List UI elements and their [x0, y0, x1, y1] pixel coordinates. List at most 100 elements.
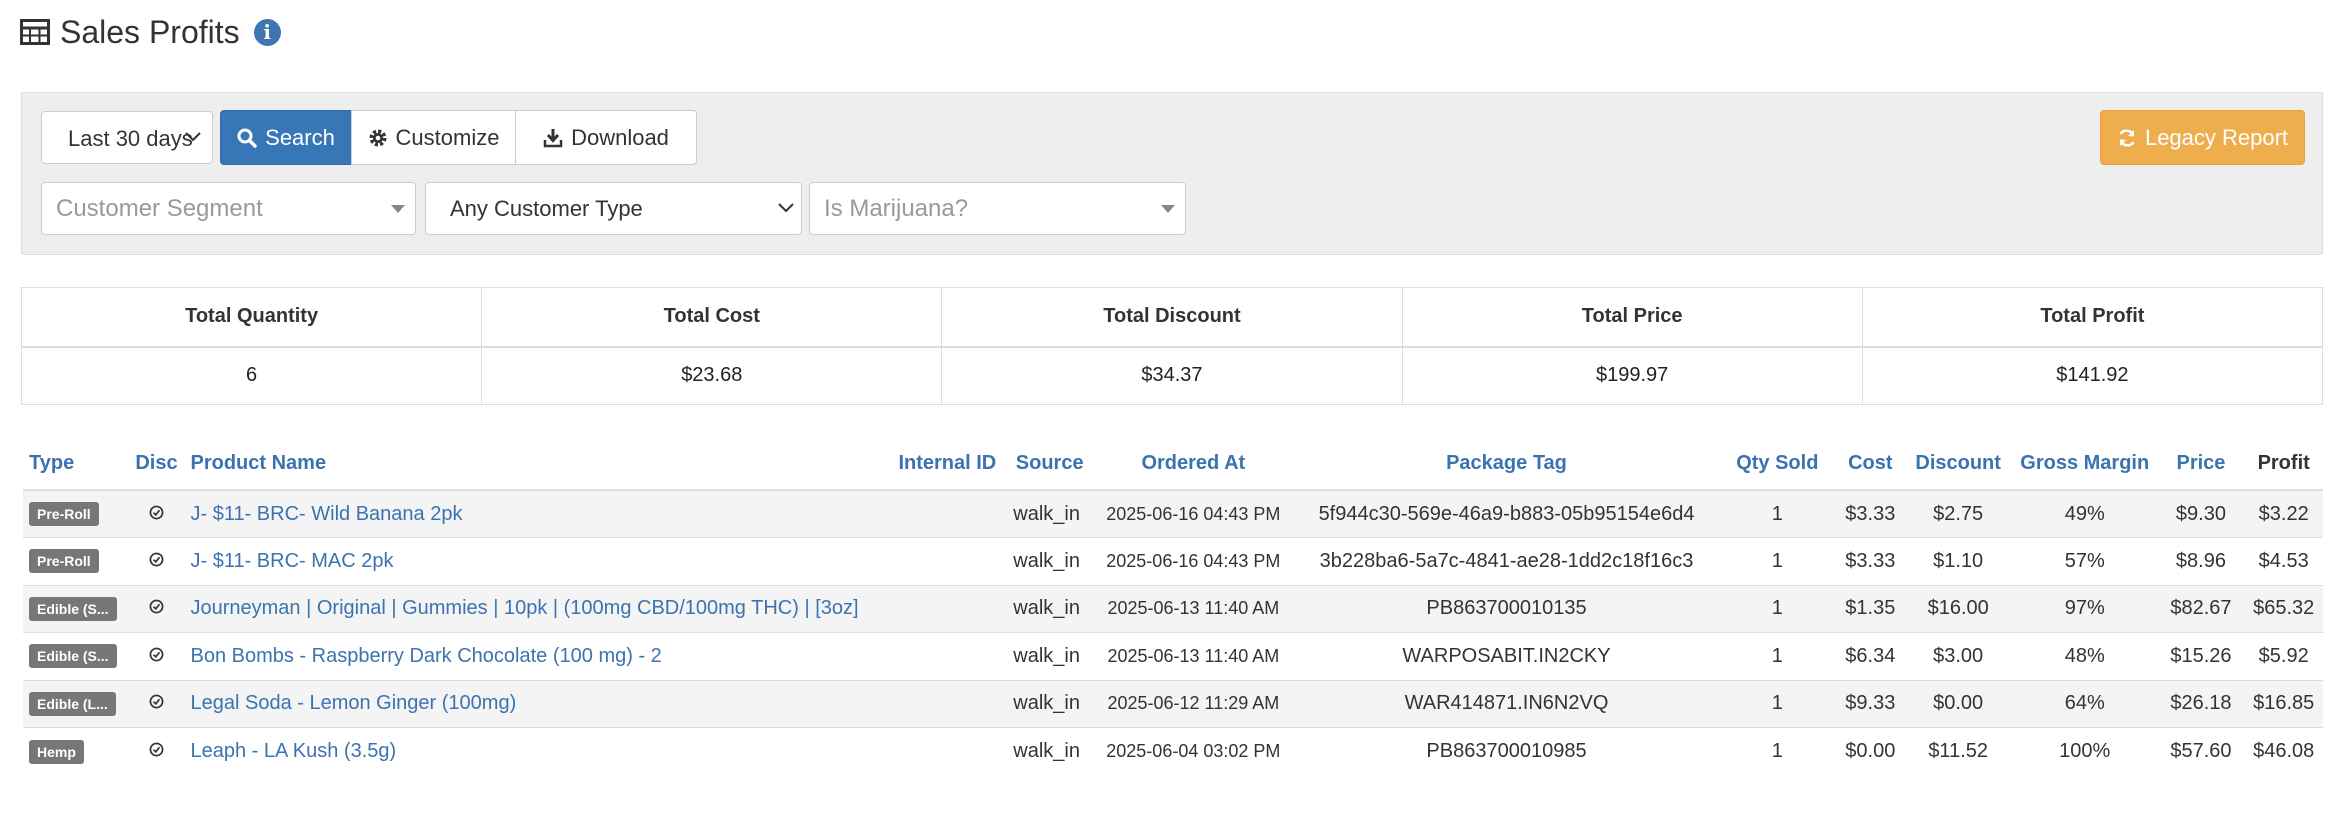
price-cell: $15.26: [2157, 632, 2245, 680]
customize-button[interactable]: Customize: [351, 110, 516, 165]
gross-margin-cell: 48%: [2011, 632, 2158, 680]
customer-segment-placeholder: Customer Segment: [56, 194, 263, 222]
totals-header-discount: Total Discount: [941, 287, 1403, 348]
table-row: Edible (L... Legal Soda - Lemon Ginger (1…: [23, 679, 2323, 728]
gross-margin-cell: 100%: [2011, 727, 2158, 775]
column-header-disc[interactable]: Disc: [128, 437, 185, 491]
refresh-icon: [2119, 128, 2135, 147]
caret-down-icon: [391, 205, 405, 213]
table-icon: [20, 19, 50, 45]
profit-cell: $4.53: [2244, 537, 2323, 585]
package-tag-cell: PB863700010135: [1294, 584, 1719, 633]
gross-margin-cell: 97%: [2011, 584, 2158, 633]
package-tag-cell: 5f944c30-569e-46a9-b883-05b95154e6d4: [1294, 489, 1719, 538]
table-row: Hemp Leaph - LA Kush (3.5g) walk_in 2025-06…: [23, 727, 2323, 775]
product-name-link[interactable]: J- $11- BRC- Wild Banana 2pk: [184, 489, 888, 538]
check-circle-icon: [149, 550, 164, 572]
type-cell: Edible (L...: [23, 679, 129, 728]
column-header-discount[interactable]: Discount: [1904, 437, 2012, 491]
column-header-profit: Profit: [2244, 437, 2323, 491]
product-name-link[interactable]: Journeyman | Original | Gummies | 10pk |…: [184, 584, 888, 633]
totals-header-profit: Total Profit: [1861, 287, 2324, 348]
type-badge: Pre-Roll: [29, 549, 99, 574]
type-badge: Pre-Roll: [29, 502, 99, 526]
customize-button-label: Customize: [395, 124, 500, 150]
disc-cell: [128, 679, 185, 728]
info-icon[interactable]: i: [253, 18, 281, 46]
internal-id-cell: [887, 727, 1008, 775]
profit-cell: $16.85: [2244, 679, 2323, 728]
is-marijuana-select[interactable]: Is Marijuana?: [809, 182, 1186, 235]
column-header-qty-sold[interactable]: Qty Sold: [1718, 437, 1837, 491]
table-row: Edible (S... Bon Bombs - Raspberry Dark C…: [23, 632, 2323, 680]
product-name-link[interactable]: Legal Soda - Lemon Ginger (100mg): [184, 679, 888, 728]
product-name-link[interactable]: J- $11- BRC- MAC 2pk: [184, 537, 888, 585]
column-header-price[interactable]: Price: [2157, 437, 2245, 491]
cost-cell: $0.00: [1836, 727, 1905, 775]
filter-panel: Last 30 days Search Customize Download L…: [21, 92, 2323, 255]
package-tag-cell: WARPOSABIT.IN2CKY: [1294, 632, 1719, 680]
date-range-select[interactable]: Last 30 days: [41, 111, 213, 164]
total-profit-value: $141.92: [1861, 346, 2324, 405]
column-header-cost[interactable]: Cost: [1836, 437, 1905, 491]
qty-sold-cell: 1: [1718, 489, 1837, 538]
package-tag-cell: PB863700010985: [1294, 727, 1719, 775]
internal-id-cell: [887, 679, 1008, 728]
totals-table: Total Quantity Total Cost Total Discount…: [20, 287, 2324, 405]
chevron-down-icon: [778, 203, 794, 213]
price-cell: $57.60: [2157, 727, 2245, 775]
download-icon: [543, 128, 563, 147]
totals-header-cost: Total Cost: [481, 287, 943, 348]
cost-cell: $3.33: [1836, 537, 1905, 585]
product-name-link[interactable]: Bon Bombs - Raspberry Dark Chocolate (10…: [184, 632, 888, 680]
price-cell: $9.30: [2157, 489, 2245, 538]
qty-sold-cell: 1: [1718, 584, 1837, 633]
column-header-gross-margin[interactable]: Gross Margin: [2011, 437, 2158, 491]
cost-cell: $3.33: [1836, 489, 1905, 538]
type-cell: Edible (S...: [23, 632, 129, 680]
column-header-product-name[interactable]: Product Name: [184, 437, 888, 491]
discount-cell: $0.00: [1904, 679, 2012, 728]
type-badge: Edible (L...: [29, 691, 116, 716]
customer-segment-select[interactable]: Customer Segment: [41, 182, 416, 235]
disc-cell: [128, 489, 185, 538]
legacy-report-button[interactable]: Legacy Report: [2100, 110, 2305, 165]
source-cell: walk_in: [1007, 537, 1093, 585]
disc-cell: [128, 727, 185, 775]
product-name-link[interactable]: Leaph - LA Kush (3.5g): [184, 727, 888, 775]
totals-header-quantity: Total Quantity: [20, 287, 483, 348]
internal-id-cell: [887, 489, 1008, 538]
check-circle-icon: [149, 597, 164, 619]
discount-cell: $2.75: [1904, 489, 2012, 538]
search-button[interactable]: Search: [220, 110, 352, 165]
ordered-at-cell: 2025-06-04 03:02 PM: [1092, 727, 1295, 775]
profit-cell: $5.92: [2244, 632, 2323, 680]
download-button-label: Download: [571, 124, 669, 150]
column-header-ordered-at[interactable]: Ordered At: [1092, 437, 1295, 491]
customer-type-select[interactable]: Any Customer Type: [425, 182, 802, 235]
disc-cell: [128, 632, 185, 680]
search-button-label: Search: [265, 124, 335, 150]
qty-sold-cell: 1: [1718, 727, 1837, 775]
price-cell: $26.18: [2157, 679, 2245, 728]
page-header: Sales Profits i: [20, 8, 281, 56]
total-discount-value: $34.37: [941, 346, 1403, 405]
column-header-type[interactable]: Type: [23, 437, 129, 491]
sales-profits-table: Type Disc Product Name Internal ID Sourc…: [23, 437, 2323, 775]
price-cell: $8.96: [2157, 537, 2245, 585]
page-title: Sales Profits: [60, 13, 240, 50]
cost-cell: $1.35: [1836, 584, 1905, 633]
column-header-internal-id[interactable]: Internal ID: [887, 437, 1008, 491]
gross-margin-cell: 57%: [2011, 537, 2158, 585]
profit-cell: $3.22: [2244, 489, 2323, 538]
ordered-at-cell: 2025-06-16 04:43 PM: [1092, 489, 1295, 538]
download-button[interactable]: Download: [515, 110, 697, 165]
gross-margin-cell: 49%: [2011, 489, 2158, 538]
column-header-source[interactable]: Source: [1007, 437, 1093, 491]
column-header-package-tag[interactable]: Package Tag: [1294, 437, 1719, 491]
package-tag-cell: 3b228ba6-5a7c-4841-ae28-1dd2c18f16c3: [1294, 537, 1719, 585]
internal-id-cell: [887, 584, 1008, 633]
qty-sold-cell: 1: [1718, 632, 1837, 680]
type-badge: Edible (S...: [29, 644, 117, 669]
disc-cell: [128, 537, 185, 585]
